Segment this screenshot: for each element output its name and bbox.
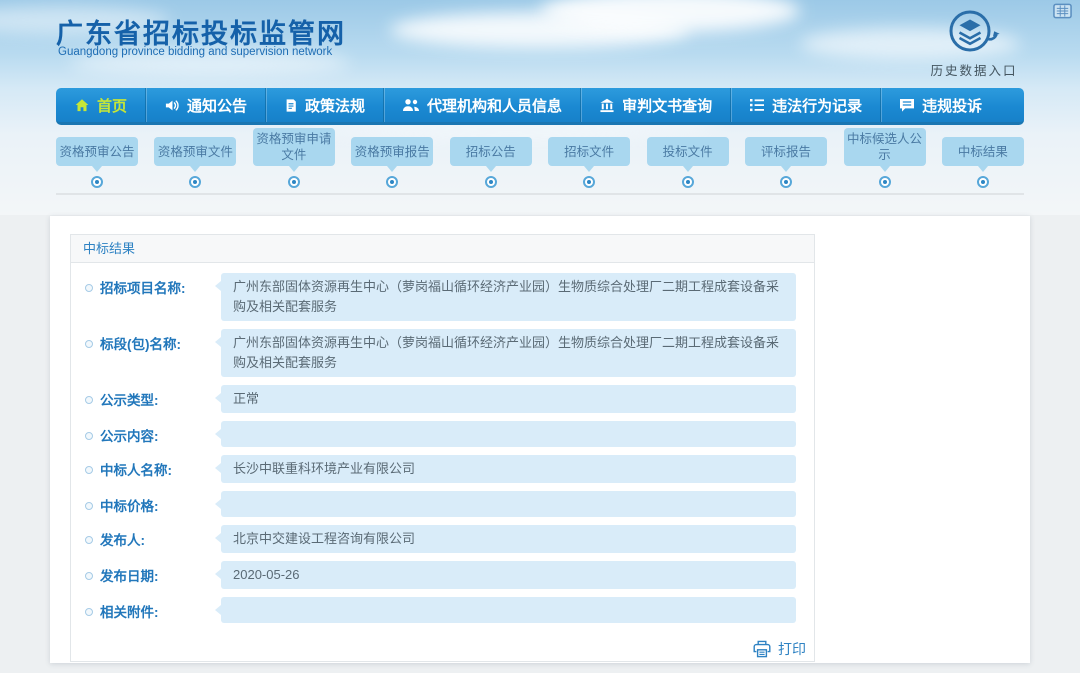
step-label: 资格预审公告 [56,137,138,166]
step-4[interactable]: 资格预审报告 [351,137,433,188]
step-2[interactable]: 资格预审文件 [154,137,236,188]
field-row-4: 公示内容: [85,421,796,447]
step-label: 资格预审报告 [351,137,433,166]
field-value: 广州东部固体资源再生中心（萝岗福山循环经济产业园）生物质综合处理厂二期工程成套设… [221,273,796,321]
field-row-8: 发布日期: 2020-05-26 [85,561,796,589]
nav-item-list[interactable]: 违法行为记录 [730,88,880,122]
field-row-7: 发布人: 北京中交建设工程咨询有限公司 [85,525,796,553]
nav-item-home[interactable]: 首页 [56,88,145,122]
field-value: 广州东部固体资源再生中心（萝岗福山循环经济产业园）生物质综合处理厂二期工程成套设… [221,329,796,377]
printer-icon [753,640,771,658]
field-value: 长沙中联重科环境产业有限公司 [221,455,796,483]
nav-item-document[interactable]: 政策法规 [265,88,383,122]
field-row-3: 公示类型: 正常 [85,385,796,413]
field-label: 发布日期: [85,561,209,585]
field-row-2: 标段(包)名称: 广州东部固体资源再生中心（萝岗福山循环经济产业园）生物质综合处… [85,329,796,377]
step-dot-icon [189,176,201,188]
people-icon [402,98,420,112]
field-value [221,421,796,447]
history-entry-label[interactable]: 历史数据入口 [922,60,1026,79]
print-button[interactable]: 打印 [71,635,814,661]
step-dot-icon [583,176,595,188]
panel-title: 中标结果 [71,235,814,263]
field-value: 2020-05-26 [221,561,796,589]
field-label: 发布人: [85,525,209,549]
nav-item-bank[interactable]: 审判文书查询 [580,88,730,122]
step-dot-icon [977,176,989,188]
main-navigation: 首页 通知公告 政策法规 代理机构和人员信息 审判文书查询 违法行为记录 违规投… [56,88,1024,125]
print-label: 打印 [778,639,806,659]
history-data-entry[interactable]: 历史数据入口 [922,8,1026,79]
field-value [221,597,796,623]
field-row-9: 相关附件: [85,597,796,623]
step-6[interactable]: 招标文件 [548,137,630,188]
step-label: 评标报告 [745,137,827,166]
step-5[interactable]: 招标公告 [450,137,532,188]
content-container: 中标结果 招标项目名称: 广州东部固体资源再生中心（萝岗福山循环经济产业园）生物… [50,216,1030,663]
field-value: 正常 [221,385,796,413]
step-dot-icon [780,176,792,188]
calendar-grid-icon[interactable] [1053,3,1072,19]
field-label: 公示内容: [85,421,209,445]
bank-icon [599,98,615,113]
site-header: 广东省招标投标监管网 Guangdong province bidding an… [50,0,1030,88]
document-icon [284,98,298,113]
field-label: 中标人名称: [85,455,209,479]
chat-icon [899,98,915,113]
step-8[interactable]: 评标报告 [745,137,827,188]
field-value [221,491,796,517]
field-value: 北京中交建设工程咨询有限公司 [221,525,796,553]
step-dot-icon [879,176,891,188]
speaker-icon [164,98,180,113]
field-label: 中标价格: [85,491,209,515]
site-subtitle: Guangdong province bidding and supervisi… [58,46,332,58]
list-icon [749,98,765,112]
step-label: 招标公告 [450,137,532,166]
step-10[interactable]: 中标结果 [942,137,1024,188]
process-steps: 资格预审公告 资格预审文件 资格预审申请文件 资格预审报告 招标公告 招标文件 … [56,138,1024,202]
step-dot-icon [386,176,398,188]
step-dot-icon [682,176,694,188]
step-dot-icon [485,176,497,188]
field-label: 标段(包)名称: [85,329,209,353]
step-label: 资格预审文件 [154,137,236,166]
nav-item-people[interactable]: 代理机构和人员信息 [383,88,580,122]
field-row-6: 中标价格: [85,491,796,517]
step-label: 中标候选人公示 [844,128,926,166]
step-7[interactable]: 投标文件 [647,137,729,188]
nav-item-speaker[interactable]: 通知公告 [145,88,265,122]
field-label: 招标项目名称: [85,273,209,297]
history-layers-icon [946,41,1002,58]
step-1[interactable]: 资格预审公告 [56,137,138,188]
result-panel: 中标结果 招标项目名称: 广州东部固体资源再生中心（萝岗福山循环经济产业园）生物… [70,234,815,662]
nav-item-chat[interactable]: 违规投诉 [880,88,1000,122]
field-label: 相关附件: [85,597,209,621]
home-icon [74,98,90,113]
step-label: 招标文件 [548,137,630,166]
steps-connector-line [56,193,1024,195]
step-label: 投标文件 [647,137,729,166]
step-3[interactable]: 资格预审申请文件 [253,128,335,188]
step-label: 中标结果 [942,137,1024,166]
step-label: 资格预审申请文件 [253,128,335,166]
field-row-5: 中标人名称: 长沙中联重科环境产业有限公司 [85,455,796,483]
field-row-1: 招标项目名称: 广州东部固体资源再生中心（萝岗福山循环经济产业园）生物质综合处理… [85,273,796,321]
step-dot-icon [288,176,300,188]
field-label: 公示类型: [85,385,209,409]
step-dot-icon [91,176,103,188]
step-9[interactable]: 中标候选人公示 [844,128,926,188]
